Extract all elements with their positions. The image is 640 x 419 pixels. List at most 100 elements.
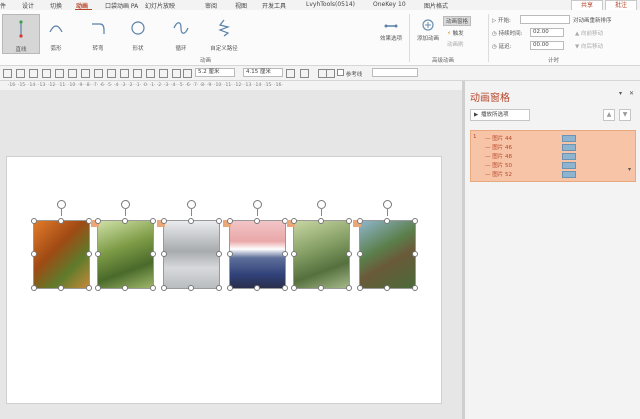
animation-list-item[interactable]: — 图片 52 [485, 170, 512, 178]
resize-handle-icon[interactable] [346, 285, 352, 291]
resize-handle-icon[interactable] [282, 251, 288, 257]
resize-handle-icon[interactable] [412, 218, 418, 224]
rotate-handle-icon[interactable] [187, 200, 196, 216]
tab-2[interactable]: 切换 [50, 1, 62, 10]
resize-handle-icon[interactable] [216, 218, 222, 224]
resize-handle-icon[interactable] [122, 218, 128, 224]
format-select[interactable] [372, 68, 418, 77]
rotate-handle-icon[interactable] [383, 200, 392, 216]
resize-handle-icon[interactable] [227, 218, 233, 224]
rotate-handle-icon[interactable] [253, 200, 262, 216]
animation-0[interactable]: 直线 [2, 14, 40, 54]
play-selected-button[interactable]: ▶ 播放所选项 [470, 109, 530, 121]
resize-handle-icon[interactable] [188, 218, 194, 224]
tab-0[interactable]: 件 [0, 1, 6, 10]
animation-list-item[interactable]: — 图片 48 [485, 152, 512, 160]
close-icon[interactable]: ✕ [629, 90, 634, 97]
animation-list-item[interactable]: — 图片 50 [485, 161, 512, 169]
align-tool-icon[interactable] [107, 69, 116, 78]
resize-handle-icon[interactable] [318, 285, 324, 291]
move-earlier-button[interactable]: ▲ 向前移动 [575, 29, 603, 37]
animation-painter-button[interactable]: 动画刷 [447, 40, 464, 48]
move-down-arrow-icon[interactable]: ▼ [619, 109, 631, 121]
resize-handle-icon[interactable] [161, 218, 167, 224]
timeline-bar[interactable] [562, 171, 576, 178]
animation-5[interactable]: 自定义路径 [206, 14, 242, 52]
move-later-button[interactable]: ▼ 向后移动 [575, 42, 603, 50]
resize-handle-icon[interactable] [412, 251, 418, 257]
align-tool-icon[interactable] [16, 69, 25, 78]
resize-handle-icon[interactable] [86, 285, 92, 291]
resize-handle-icon[interactable] [357, 285, 363, 291]
align-tool-icon[interactable] [133, 69, 142, 78]
picture-3[interactable] [163, 220, 220, 289]
picture-4[interactable] [229, 220, 286, 289]
picture-6[interactable] [359, 220, 416, 289]
align-tool-icon[interactable] [120, 69, 129, 78]
tab-9[interactable]: LvyhTools(0514) [306, 1, 355, 8]
timeline-bar[interactable] [562, 153, 576, 160]
timeline-bar[interactable] [562, 162, 576, 169]
tab-8[interactable]: 开发工具 [262, 1, 286, 10]
tab-5[interactable]: 幻灯片放映 [145, 1, 175, 10]
align-tool-icon[interactable] [146, 69, 155, 78]
resize-handle-icon[interactable] [122, 285, 128, 291]
align-tool-icon[interactable] [159, 69, 168, 78]
animation-1[interactable]: 弧形 [38, 14, 74, 52]
animation-4[interactable]: 循环 [163, 14, 199, 52]
picture-5[interactable] [293, 220, 350, 289]
resize-handle-icon[interactable] [282, 285, 288, 291]
resize-handle-icon[interactable] [254, 285, 260, 291]
rotate-handle-icon[interactable] [317, 200, 326, 216]
resize-handle-icon[interactable] [161, 285, 167, 291]
resize-handle-icon[interactable] [150, 218, 156, 224]
resize-handle-icon[interactable] [357, 218, 363, 224]
resize-handle-icon[interactable] [188, 285, 194, 291]
resize-handle-icon[interactable] [291, 251, 297, 257]
animation-list-item[interactable]: — 图片 44 [485, 134, 512, 142]
resize-handle-icon[interactable] [95, 285, 101, 291]
resize-handle-icon[interactable] [357, 251, 363, 257]
resize-handle-icon[interactable] [346, 251, 352, 257]
resize-handle-icon[interactable] [384, 285, 390, 291]
width-input[interactable]: 4.15 厘米 [243, 68, 283, 77]
resize-handle-icon[interactable] [161, 251, 167, 257]
resize-handle-icon[interactable] [291, 285, 297, 291]
picture-1[interactable] [33, 220, 90, 289]
resize-handle-icon[interactable] [58, 218, 64, 224]
align-tool-icon[interactable] [42, 69, 51, 78]
resize-handle-icon[interactable] [150, 285, 156, 291]
trigger-button[interactable]: ⚡ 触发 [447, 29, 464, 37]
rotate-handle-icon[interactable] [121, 200, 130, 216]
animation-pane-button[interactable]: 动画窗格 [443, 16, 472, 26]
picture-2[interactable] [97, 220, 154, 289]
resize-handle-icon[interactable] [150, 251, 156, 257]
animation-3[interactable]: 形状 [120, 14, 156, 52]
resize-handle-icon[interactable] [254, 218, 260, 224]
tab-4[interactable]: 口袋动画 PA [105, 1, 138, 10]
pane-options-icon[interactable]: ▾ [619, 90, 622, 97]
resize-handle-icon[interactable] [346, 218, 352, 224]
duration-input[interactable]: 02.00 [530, 28, 564, 37]
align-tool-icon[interactable] [172, 69, 181, 78]
add-animation-button[interactable]: 添加动画 [414, 18, 442, 42]
format-tool-icon[interactable] [286, 69, 295, 78]
slide[interactable] [6, 156, 442, 404]
rotate-handle-icon[interactable] [57, 200, 66, 216]
tab-1[interactable]: 设计 [22, 1, 34, 10]
resize-handle-icon[interactable] [95, 251, 101, 257]
align-tool-icon[interactable] [183, 69, 192, 78]
tab-7[interactable]: 视图 [235, 1, 247, 10]
resize-handle-icon[interactable] [227, 285, 233, 291]
resize-handle-icon[interactable] [31, 218, 37, 224]
guides-checkbox[interactable]: 参考线 [337, 69, 362, 78]
resize-handle-icon[interactable] [31, 251, 37, 257]
resize-handle-icon[interactable] [318, 218, 324, 224]
resize-handle-icon[interactable] [31, 285, 37, 291]
align-tool-icon[interactable] [55, 69, 64, 78]
delay-input[interactable]: 00.00 [530, 41, 564, 50]
format-tool-icon[interactable] [326, 69, 335, 78]
resize-handle-icon[interactable] [86, 251, 92, 257]
effect-options-button[interactable]: 效果选项 [380, 18, 402, 42]
timeline-bar[interactable] [562, 144, 576, 151]
